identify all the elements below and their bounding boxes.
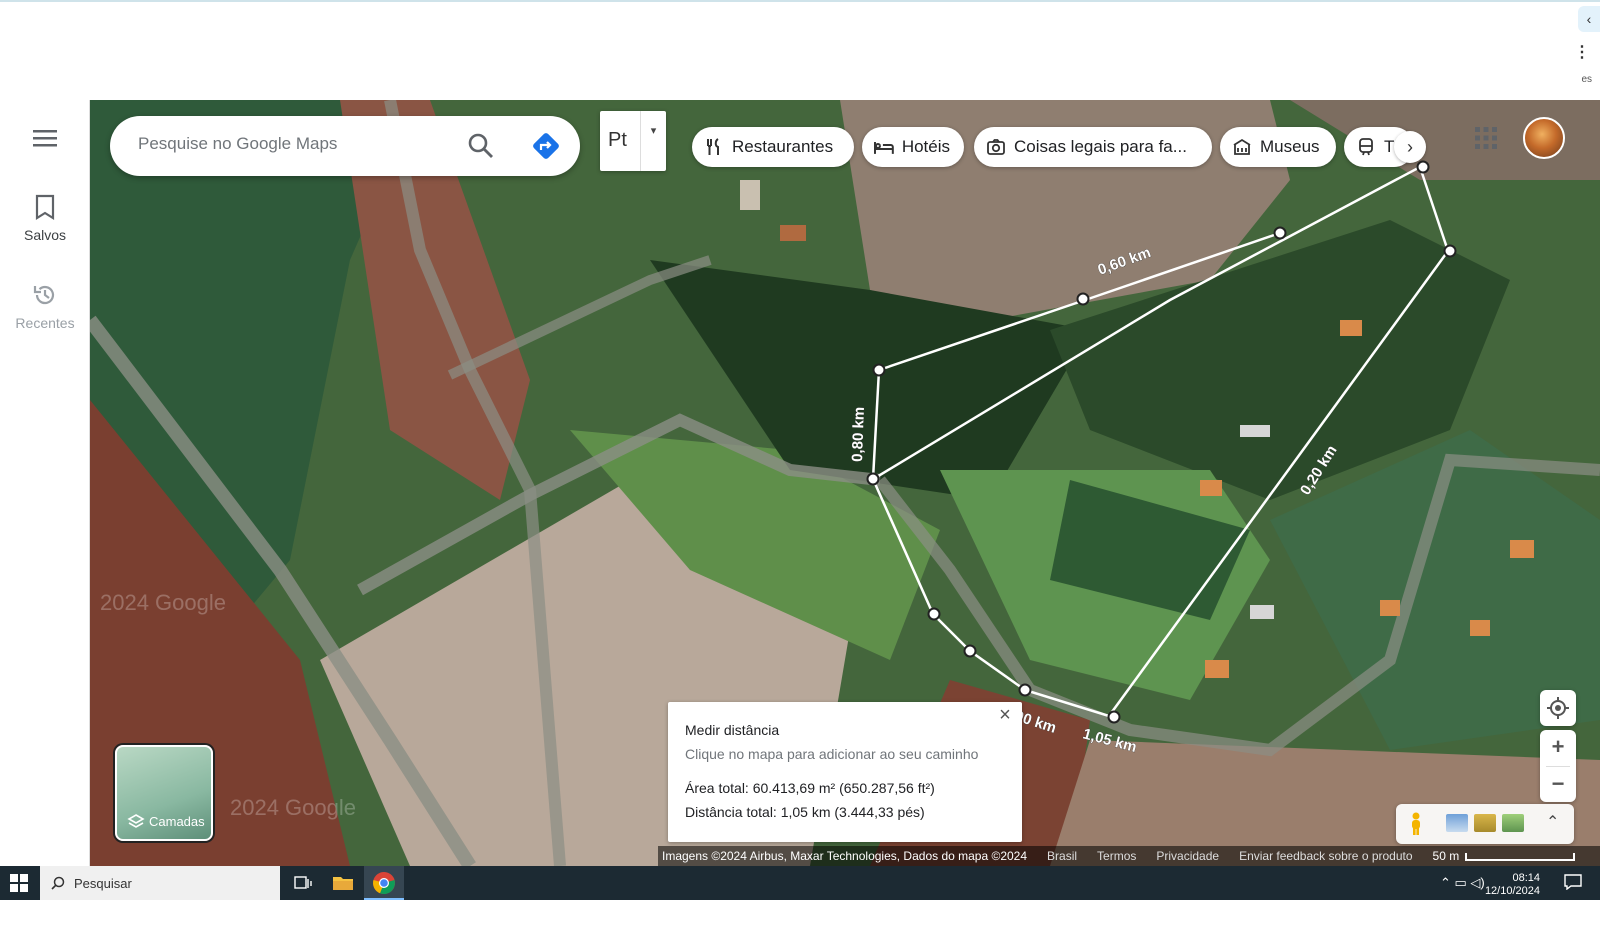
chrome-icon [373,872,395,895]
my-location-icon [1547,697,1569,719]
chip-hotels-label: Hotéis [901,137,950,156]
measure-point [1416,160,1430,174]
imagery-credit: Imagens ©2024 Airbus, Maxar Technologies… [662,849,1028,863]
side-text: es [1581,74,1592,85]
more-vert-icon[interactable]: ⋮ [1574,42,1590,62]
map-footer: Imagens ©2024 Airbus, Maxar Technologies… [658,846,1600,866]
street-view-bar: ⌃ [1396,804,1574,844]
browser-top-area [0,0,1600,100]
measure-point [1107,710,1121,724]
bottom-blank-area [0,900,1600,948]
train-icon [1359,138,1373,156]
footer-terms-link[interactable]: Termos [1097,849,1136,863]
browser-side-strip: ‹ ⋮ es [1568,0,1600,100]
measure-card-subtitle: Clique no mapa para adicionar ao seu cam… [685,746,979,762]
layers-label: Camadas [149,814,205,829]
clock-time: 08:14 [1512,872,1540,884]
directions-icon[interactable] [530,130,562,162]
close-icon[interactable]: × [994,704,1016,726]
task-view-icon[interactable] [290,871,316,895]
footer-country[interactable]: Brasil [1047,849,1077,863]
search-icon[interactable] [466,131,496,161]
input-tools-button[interactable]: Pt ▾ [600,111,666,171]
watermark-2: 2024 Google [230,795,356,820]
museum-icon [1233,138,1251,155]
input-tool-dropdown[interactable]: ▾ [640,111,666,171]
measure-label-2: 0,80 km [849,407,868,463]
measure-point [1076,292,1090,306]
left-rail: Salvos Recentes [0,100,90,866]
windows-start-icon[interactable] [10,874,28,892]
system-tray-icons[interactable]: ⌃ ▭ ◁) [1440,875,1485,891]
measure-card-title: Medir distância [685,722,780,738]
file-explorer-icon[interactable] [330,871,356,895]
zoom-out-button[interactable]: − [1540,767,1576,803]
history-icon [33,285,55,305]
footer-privacy-link[interactable]: Privacidade [1156,849,1219,863]
clock[interactable]: 08:14 12/10/2024 [1485,872,1540,898]
imagery-thumb-3[interactable] [1502,814,1524,832]
rail-item-recent-label: Recentes [15,315,75,331]
windows-taskbar: Pesquisar ⌃ ▭ ◁) 08:14 12/10/2024 [0,866,1600,900]
rail-item-recent[interactable]: Recentes [0,282,90,331]
measure-card-distance: Distância total: 1,05 km (3.444,33 pés) [685,804,925,820]
rail-item-saved[interactable]: Salvos [0,194,90,243]
clock-date: 12/10/2024 [1484,885,1540,897]
hamburger-menu-button[interactable] [0,128,90,151]
measure-point [872,363,886,377]
scale-bar [1465,852,1576,861]
chrome-taskbar-item[interactable] [364,866,404,900]
rail-item-saved-label: Salvos [23,227,67,243]
avatar[interactable] [1523,117,1565,159]
zoom-controls: + − [1540,730,1576,802]
imagery-thumb-1[interactable] [1446,814,1468,832]
layers-button[interactable]: Camadas [115,745,213,841]
chevron-left-icon[interactable]: ‹ [1578,6,1600,32]
my-location-button[interactable] [1540,690,1576,726]
chips-next-button[interactable]: › [1394,131,1426,163]
pegman-icon[interactable] [1406,812,1426,836]
scale-control[interactable]: 50 m [1433,849,1576,863]
measure-point [1018,683,1032,697]
hotel-icon [874,142,894,154]
imagery-thumb-2[interactable] [1474,814,1496,832]
notification-icon[interactable] [1564,874,1582,890]
taskbar-search-label: Pesquisar [74,876,132,891]
chip-things-to-do[interactable]: Coisas legais para fa... [974,127,1212,167]
camera-icon [987,139,1005,155]
chip-restaurants-label: Restaurantes [732,137,834,156]
watermark-1: 2024 Google [100,590,226,615]
chip-hotels[interactable]: Hotéis [862,127,964,167]
bookmark-icon [35,194,55,220]
measure-distance-card: Medir distância Clique no mapa para adic… [668,702,1022,842]
measure-point [963,644,977,658]
measure-point [866,472,880,486]
input-tool-label: Pt [608,129,627,151]
expand-icon[interactable]: ⌃ [1546,812,1559,832]
measure-point [1273,226,1287,240]
taskbar-search[interactable]: Pesquisar [40,866,280,900]
apps-grid-icon[interactable] [1474,126,1498,150]
measure-point [927,607,941,621]
zoom-in-button[interactable]: + [1540,730,1576,766]
restaurant-icon [707,138,719,155]
search-input[interactable] [138,134,438,154]
search-box [110,116,580,176]
chip-restaurants[interactable]: Restaurantes [692,127,854,167]
footer-feedback-link[interactable]: Enviar feedback sobre o produto [1239,849,1412,863]
chip-transit-label: T [1384,137,1395,156]
chip-museums[interactable]: Museus [1220,127,1336,167]
chip-things-to-do-label: Coisas legais para fa... [1014,137,1187,156]
layers-icon [127,814,145,828]
scale-label: 50 m [1432,849,1460,863]
measure-card-area: Área total: 60.413,69 m² (650.287,56 ft²… [685,780,935,796]
chip-museums-label: Museus [1260,137,1320,156]
measure-point [1443,244,1457,258]
search-icon [51,876,65,890]
hamburger-menu-icon [33,130,57,147]
